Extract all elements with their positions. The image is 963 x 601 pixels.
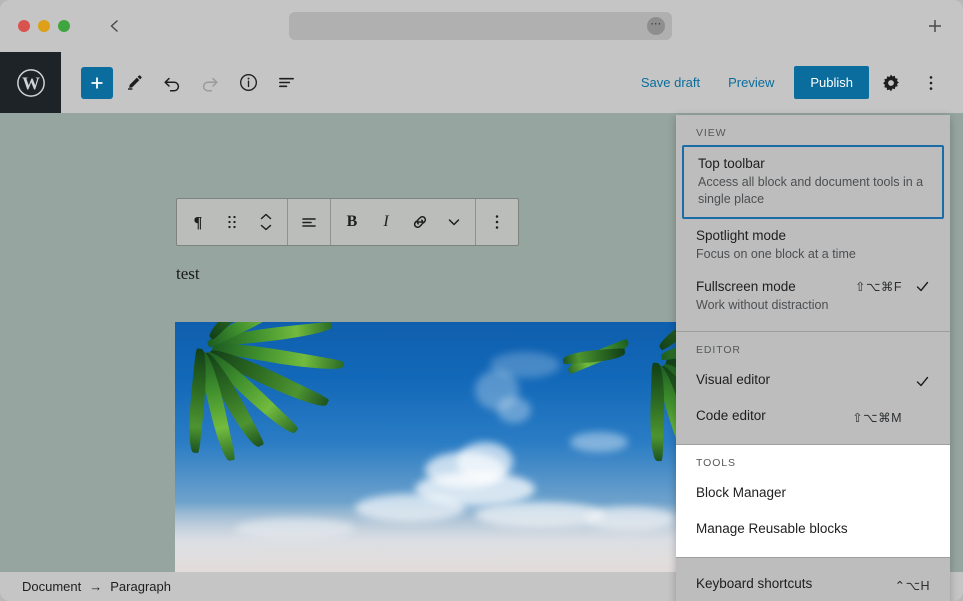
breadcrumb-item-document[interactable]: Document [22,579,81,594]
menu-item-title: Top toolbar [698,156,765,171]
menu-item-visual-editor[interactable]: Visual editor [676,362,950,398]
window-controls [18,20,70,32]
menu-section-editor: EDITOR Visual editor Code editor ⇧⌥⌘M [676,331,950,444]
cloud [497,397,531,423]
publish-button[interactable]: Publish [794,66,869,99]
block-toolbar-group-block: ¶ [177,199,288,245]
menu-item-title: Spotlight mode [696,228,787,243]
check-icon [914,374,930,389]
menu-section-label: EDITOR [696,344,741,356]
options-dropdown-menu: VIEW Top toolbar Access all block and do… [676,115,950,601]
chevron-down-icon[interactable] [437,199,471,245]
ellipsis-vertical-icon[interactable] [913,65,949,101]
menu-section-view: VIEW Top toolbar Access all block and do… [676,115,950,331]
drag-dots-icon[interactable] [215,199,249,245]
menu-item-keyboard-shortcuts[interactable]: Keyboard shortcuts ⌃⌥H [676,566,950,601]
paragraph-block[interactable]: test [176,264,200,284]
menu-section-label: TOOLS [696,457,736,469]
plus-icon[interactable] [923,14,947,38]
align-text-icon[interactable] [292,199,326,245]
svg-text:¶: ¶ [194,215,203,232]
menu-item-shortcut: ⌃⌥H [894,578,930,593]
svg-text:W: W [22,73,40,93]
menu-item-title: Block Manager [696,485,787,500]
menu-item-top-toolbar[interactable]: Top toolbar Access all block and documen… [682,145,944,219]
block-toolbar-group-format: B I [331,199,476,245]
menu-item-manage-reusable-blocks[interactable]: Manage Reusable blocks [676,511,950,547]
menu-item-spotlight-mode[interactable]: Spotlight mode Focus on one block at a t… [676,219,950,270]
menu-section-tools: TOOLS Block Manager Manage Reusable bloc… [676,444,950,557]
menu-item-shortcut: ⇧⌥⌘M [852,410,902,425]
menu-item-title: Keyboard shortcuts [696,576,813,591]
list-view-icon[interactable] [269,66,303,100]
image-block[interactable] [175,322,681,572]
preview-button[interactable]: Preview [714,75,788,90]
paragraph-icon[interactable]: ¶ [181,199,215,245]
browser-window: ⋯ W Save draft Preview Publish ¶ B I tes… [0,0,963,601]
editor-header-actions: Save draft Preview Publish [627,52,949,113]
menu-item-title: Visual editor [696,372,771,387]
menu-item-description: Focus on one block at a time [696,247,856,261]
menu-item-shortcut: ⇧⌥⌘F [854,280,902,294]
palm-tree-right [562,322,681,542]
wordpress-logo-icon[interactable]: W [0,52,61,113]
menu-item-block-manager[interactable]: Block Manager [676,475,950,511]
menu-item-description: Access all block and document tools in a… [698,175,924,206]
editor-header: W Save draft Preview Publish [0,52,963,113]
italic-icon[interactable]: I [369,199,403,245]
palm-tree-left [175,322,385,534]
breadcrumb-item-paragraph[interactable]: Paragraph [110,579,171,594]
undo-icon[interactable] [155,66,189,100]
add-block-button[interactable] [81,66,113,99]
breadcrumb-separator: → [89,579,103,594]
menu-item-description: Work without distraction [696,298,829,312]
browser-toolbar: ⋯ [0,0,963,52]
menu-item-title: Manage Reusable blocks [696,521,848,536]
block-toolbar-group-align [288,199,331,245]
editor-tools [81,66,303,100]
block-toolbar: ¶ B I [176,198,519,246]
gear-icon[interactable] [873,65,909,101]
maximize-window-button[interactable] [58,20,70,32]
minimize-window-button[interactable] [38,20,50,32]
chevron-left-icon[interactable] [102,13,128,39]
redo-icon[interactable] [193,66,227,100]
menu-item-title: Code editor [696,408,766,423]
close-window-button[interactable] [18,20,30,32]
pencil-icon[interactable] [117,66,151,100]
menu-section-shortcuts: Keyboard shortcuts ⌃⌥H [676,557,950,601]
save-draft-button[interactable]: Save draft [627,75,714,90]
link-icon[interactable] [403,199,437,245]
menu-item-fullscreen-mode[interactable]: Fullscreen mode Work without distraction… [676,270,950,321]
bold-icon[interactable]: B [335,199,369,245]
block-toolbar-group-more [476,199,518,245]
check-icon [914,279,930,294]
address-bar[interactable]: ⋯ [289,12,672,40]
ellipsis-vertical-icon[interactable] [480,199,514,245]
chevron-updown-icon[interactable] [249,199,283,245]
menu-item-code-editor[interactable]: Code editor ⇧⌥⌘M [676,398,950,434]
info-icon[interactable] [231,66,265,100]
menu-section-label: VIEW [696,127,727,139]
ellipsis-icon[interactable]: ⋯ [647,17,665,35]
menu-item-title: Fullscreen mode [696,279,796,294]
